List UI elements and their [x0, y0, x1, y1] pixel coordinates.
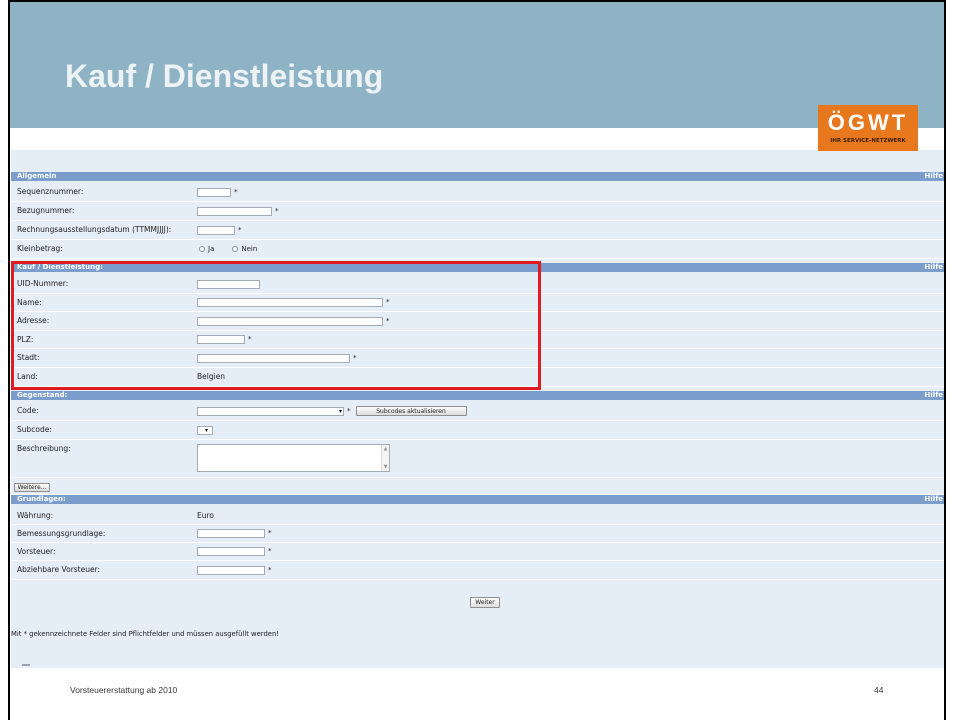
refund-form: Allgemein Hilfe Sequenznummer: * Bezugnu… [11, 150, 944, 668]
row-subcode: Subcode: ▾ [11, 421, 944, 440]
bezugnummer-label: Bezugnummer: [17, 206, 75, 215]
waehrung-text: Euro [197, 511, 214, 520]
subcode-select[interactable]: ▾ [197, 425, 213, 435]
page-number: 44 [874, 685, 884, 695]
row-kleinbetrag: Kleinbetrag: Ja Nein [11, 240, 944, 259]
bemessungsgrundlage-input[interactable] [197, 529, 265, 538]
required-asterisk: * [268, 529, 272, 537]
row-bezugnummer: Bezugnummer: * [11, 202, 944, 221]
row-bemessungsgrundlage: Bemessungsgrundlage: * [11, 525, 944, 543]
vorsteuer-value: * [197, 543, 272, 560]
help-link[interactable]: Hilfe [925, 495, 943, 504]
help-link[interactable]: Hilfe [925, 263, 943, 272]
slide-frame-top [8, 0, 946, 2]
weiter-button[interactable]: Weiter [470, 597, 500, 608]
abziehbare-vorsteuer-input[interactable] [197, 565, 265, 575]
logo-tagline: IHR SERVICE-NETZWERK [830, 138, 906, 144]
row-rechnungsausstellungsdatum: Rechnungsausstellungsdatum (TTMMJJJJ): * [11, 221, 944, 240]
required-asterisk: * [347, 406, 351, 415]
waehrung-value: Euro [197, 507, 214, 524]
beschreibung-field: ▲ ▼ [197, 444, 390, 472]
row-beschreibung: Beschreibung: ▲ ▼ [11, 440, 944, 478]
chevron-down-icon[interactable]: ▾ [205, 427, 208, 434]
subcode-value: ▾ [197, 421, 213, 439]
logo-wordmark: ÖGWT [827, 110, 909, 135]
row-sequenznummer: Sequenznummer: * [11, 183, 944, 202]
required-fields-note: Mit * gekennzeichnete Felder sind Pflich… [11, 630, 279, 638]
textarea-scrollbar[interactable]: ▲ ▼ [381, 445, 389, 471]
option-label: Nein [241, 245, 258, 253]
waehrung-label: Währung: [17, 511, 54, 520]
abziehbare-vorsteuer-value: * [197, 561, 272, 579]
sequenznummer-value: * [197, 183, 238, 201]
required-asterisk: * [234, 187, 238, 196]
bezugnummer-input[interactable] [197, 206, 272, 216]
bezugnummer-value: * [197, 202, 279, 220]
sequenznummer-input[interactable] [197, 187, 231, 197]
partial-element [22, 664, 30, 666]
section-header-grundlagen: Grundlagen: Hilfe [11, 495, 944, 504]
code-select[interactable]: ▾ [197, 406, 344, 416]
code-label: Code: [17, 406, 39, 415]
bemessungsgrundlage-value: * [197, 525, 272, 542]
kleinbetrag-option-nein[interactable]: Nein [232, 240, 257, 258]
section-title: Grundlagen: [17, 495, 66, 503]
row-abziehbare-vorsteuer: Abziehbare Vorsteuer: * [11, 561, 944, 580]
kleinbetrag-label: Kleinbetrag: [17, 244, 63, 253]
required-asterisk: * [268, 565, 272, 574]
row-code: Code: ▾ * Subcodes aktualisieren [11, 402, 944, 421]
scroll-down-arrow-icon[interactable]: ▼ [382, 464, 389, 470]
code-value: ▾ * Subcodes aktualisieren [197, 402, 467, 420]
chevron-down-icon[interactable]: ▾ [339, 408, 342, 415]
sequenznummer-label: Sequenznummer: [17, 187, 84, 196]
rechnungsausstellungsdatum-input[interactable] [197, 225, 235, 235]
subcodes-aktualisieren-button[interactable]: Subcodes aktualisieren [355, 406, 467, 416]
row-weitere: Weitere... [11, 478, 944, 495]
required-asterisk: * [238, 225, 242, 234]
kleinbetrag-value: Ja Nein [197, 240, 257, 258]
section-header-gegenstand: Gegenstand: Hilfe [11, 391, 944, 400]
vorsteuer-label: Vorsteuer: [17, 547, 56, 556]
beschreibung-label: Beschreibung: [17, 444, 71, 453]
row-vorsteuer: Vorsteuer: * [11, 543, 944, 561]
section-header-allgemein: Allgemein Hilfe [11, 172, 944, 181]
highlight-box [11, 261, 541, 390]
slide-frame-left [8, 0, 10, 720]
radio-button-icon[interactable] [232, 246, 239, 252]
section-title: Allgemein [17, 172, 57, 180]
footer-text: Vorsteuererstattung ab 2010 [70, 685, 178, 695]
rechnungsausstellungsdatum-value: * [197, 221, 242, 239]
help-link[interactable]: Hilfe [925, 172, 943, 181]
slide-title: Kauf / Dienstleistung [65, 58, 384, 94]
weitere-button[interactable]: Weitere... [14, 483, 50, 492]
vorsteuer-input[interactable] [197, 547, 265, 556]
abziehbare-vorsteuer-label: Abziehbare Vorsteuer: [17, 565, 101, 574]
section-title: Gegenstand: [17, 391, 68, 399]
kleinbetrag-option-ja[interactable]: Ja [199, 240, 214, 258]
required-asterisk: * [275, 206, 279, 215]
subcode-label: Subcode: [17, 425, 52, 434]
help-link[interactable]: Hilfe [925, 391, 943, 400]
scroll-up-arrow-icon[interactable]: ▲ [382, 446, 389, 452]
required-asterisk: * [268, 547, 272, 555]
oegwt-logo: ÖGWT IHR SERVICE-NETZWERK [818, 105, 918, 151]
beschreibung-textarea[interactable] [198, 445, 381, 471]
radio-button-icon[interactable] [199, 246, 205, 252]
row-waehrung: Währung: Euro [11, 507, 944, 525]
option-label: Ja [208, 245, 215, 253]
rechnungsausstellungsdatum-label: Rechnungsausstellungsdatum (TTMMJJJJ): [17, 225, 172, 234]
bemessungsgrundlage-label: Bemessungsgrundlage: [17, 529, 106, 538]
slide-frame-right [944, 0, 946, 720]
